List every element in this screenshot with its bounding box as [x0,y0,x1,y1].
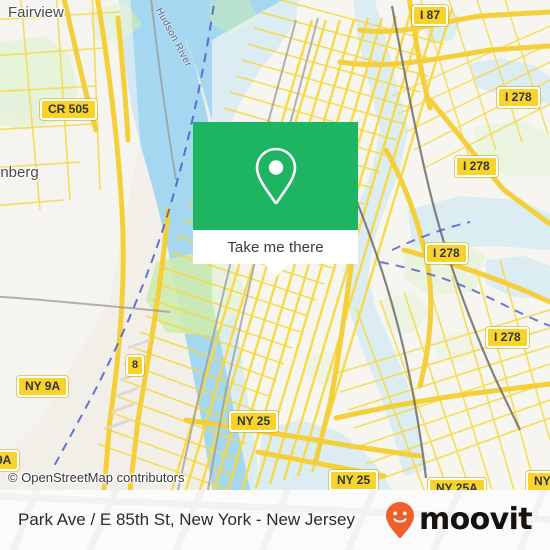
highway-shield: NY 25 [329,470,379,490]
footer-bar: Park Ave / E 85th St, New York - New Jer… [0,490,550,550]
station-title: Park Ave / E 85th St, New York - New Jer… [18,510,356,529]
highway-shield: I 278 [425,243,468,264]
highway-shield: I 278 [455,156,498,177]
highway-shield: NY 9A [17,376,69,397]
highway-shield: NY 25 [229,411,279,432]
popup-pin-area [193,122,358,230]
take-me-there-button[interactable]: Take me there [193,230,358,264]
take-me-there-label: Take me there [227,238,324,256]
highway-shield: I 87 [412,5,449,26]
station-popup-card[interactable]: Take me there [193,122,358,277]
highway-shield: NY 25A [428,478,486,490]
moovit-wordmark: moovit [418,502,533,537]
highway-shield: 8 [126,355,145,376]
moovit-smiley-pin-icon [385,502,414,539]
map-canvas[interactable]: Fairview enberg Hudson River I 87 CR 505… [0,0,550,490]
highway-shield: I 278 [497,87,540,108]
highway-shield: 9A [0,450,20,471]
popup-tail [263,264,288,277]
moovit-logo[interactable]: moovit [385,501,533,539]
map-pin-icon [255,147,296,205]
highway-shield: I 278 [486,327,529,348]
map-attribution[interactable]: © OpenStreetMap contributors [8,470,185,485]
moovit-station-card: Fairview enberg Hudson River I 87 CR 505… [0,0,550,550]
highway-shield: CR 505 [40,99,97,120]
highway-shield: NY [526,471,550,490]
